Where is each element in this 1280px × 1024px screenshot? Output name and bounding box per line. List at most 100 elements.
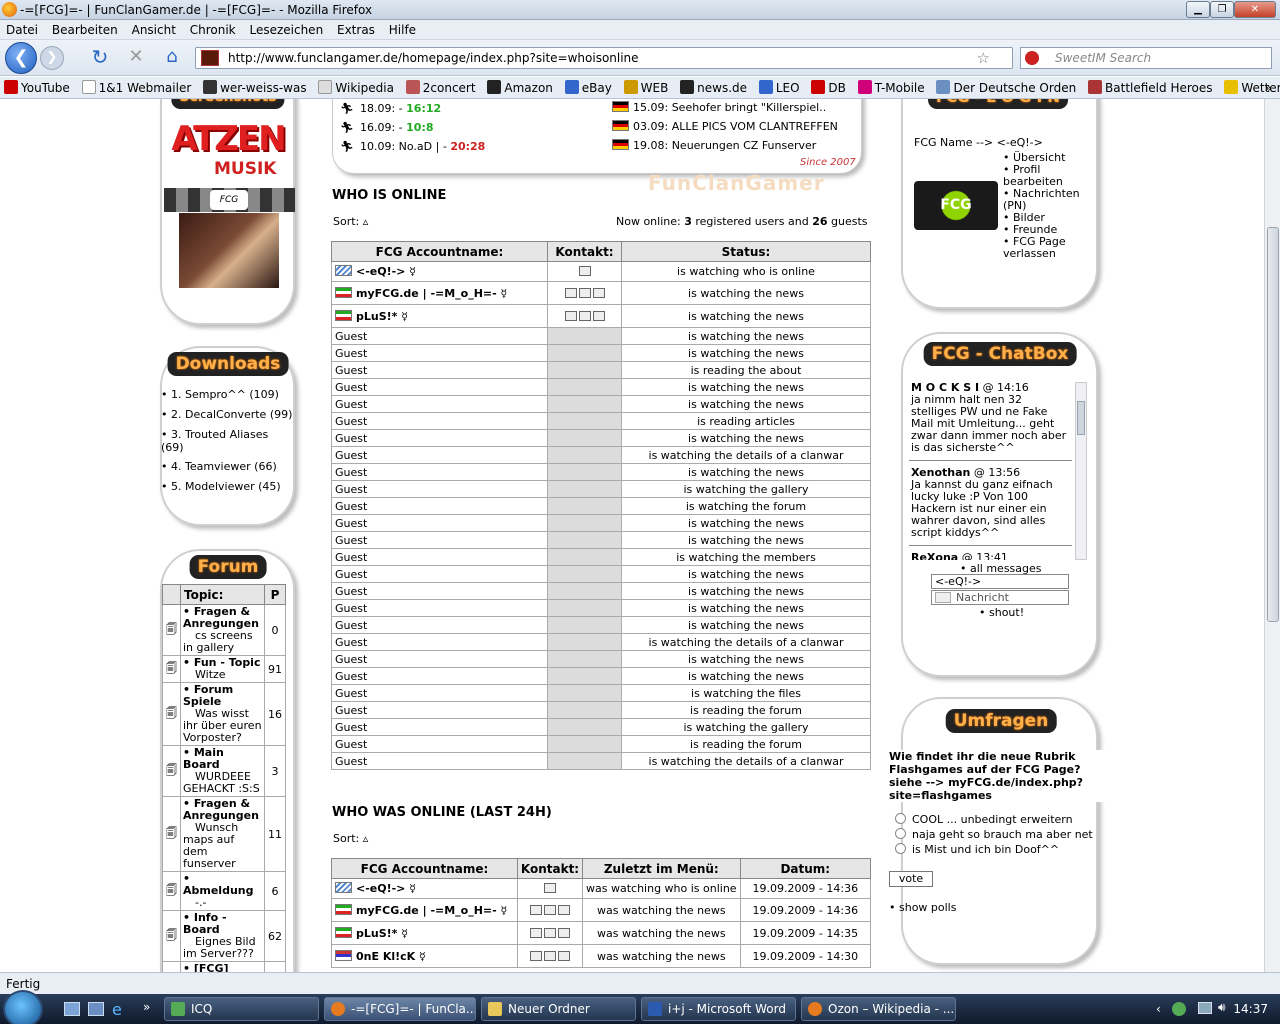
news-item[interactable]: 🏃︎ 18.09: - 16:12	[340, 102, 441, 115]
search-input[interactable]: SweetIM Search	[1020, 47, 1272, 69]
menu-lesezeichen[interactable]: Lesezeichen	[249, 23, 323, 37]
bookmark-item[interactable]: DB	[811, 77, 846, 98]
funclangamer-watermark: FunClanGamer	[648, 171, 825, 195]
bookmark-item[interactable]: eBay	[564, 77, 612, 98]
ie-icon[interactable]: e	[112, 1000, 122, 1019]
vote-button[interactable]: vote	[889, 871, 933, 887]
menu-chronik[interactable]: Chronik	[190, 23, 236, 37]
forum-row[interactable]: 🗐 • Abmeldung -.- 6	[162, 871, 286, 911]
maximize-button[interactable]: ❐	[1210, 1, 1234, 18]
fcg-avatar[interactable]: FCG	[914, 181, 998, 230]
news-headline[interactable]: 19.08: Neuerungen CZ Funserver	[612, 139, 816, 152]
quicklaunch-overflow-icon[interactable]: »	[143, 1000, 150, 1014]
online-summary: Now online: 3 registered users and 26 gu…	[616, 215, 868, 228]
sort-control[interactable]: Sort: ▵	[333, 215, 368, 228]
reload-icon[interactable]: ↻	[86, 44, 114, 72]
poll-option[interactable]: COOL ... unbedingt erweitern	[895, 813, 1073, 826]
bookmark-item[interactable]: T-Mobile	[857, 77, 925, 98]
email-icon	[530, 904, 542, 915]
bookmark-item[interactable]: YouTube	[4, 77, 70, 98]
taskbar-wikipedia[interactable]: Ozon – Wikipedia - ...	[801, 997, 956, 1021]
past-user-row[interactable]: pLuS!* ☿ was watching the news 19.09.2009 …	[331, 921, 872, 945]
switch-windows-icon[interactable]	[88, 1002, 104, 1016]
online-user-row[interactable]: myFCG.de | -=M_o_H=- ☿ is watching the ne…	[331, 281, 871, 305]
chat-name-input[interactable]: <-eQ!->	[931, 574, 1069, 589]
past-user-row[interactable]: 0nE Kl!cK ☿ was watching the news 19.09.20…	[331, 944, 872, 968]
bookmark-item[interactable]: LEO	[758, 77, 800, 98]
online-user-row[interactable]: <-eQ!-> ☿ is watching who is online	[331, 261, 871, 282]
past-user-row[interactable]: <-eQ!-> ☿ was watching who is online 19.09…	[331, 878, 872, 899]
bookmark-item[interactable]: Battlefield Heroes	[1088, 77, 1213, 98]
download-link[interactable]: • 3. Trouted Aliases (69)	[161, 428, 291, 454]
news-headline[interactable]: 03.09: ALLE PICS VOM CLANTREFFEN	[612, 120, 838, 133]
bookmark-item[interactable]: Wikipedia	[318, 77, 394, 98]
bookmark-item[interactable]: WEB	[623, 77, 668, 98]
bookmark-item[interactable]: Amazon	[487, 77, 553, 98]
forward-button[interactable]: ❯	[40, 46, 64, 70]
menu-ansicht[interactable]: Ansicht	[132, 23, 176, 37]
chat-scrollbar[interactable]	[1075, 382, 1087, 560]
download-link[interactable]: • 4. Teamviewer (66)	[161, 460, 277, 473]
login-link[interactable]: • Profil bearbeiten	[1003, 164, 1083, 188]
forum-row[interactable]: 🗐 • Main Board WURDEEE GEHACKT :S:S 3	[162, 745, 286, 797]
taskbar-word[interactable]: i+j - Microsoft Word	[641, 997, 796, 1021]
search-engine-icon[interactable]	[1025, 51, 1039, 65]
bookmark-item[interactable]: 1&1 Webmailer	[81, 77, 191, 98]
past-user-row[interactable]: myFCG.de | -=M_o_H=- ☿ was watching the n…	[331, 898, 872, 922]
url-bar[interactable]: http://www.funclangamer.de/homepage/inde…	[195, 47, 1013, 69]
news-headline[interactable]: 15.09: Seehofer bringt "Killerspiel..	[612, 101, 826, 114]
bookmark-star-icon[interactable]: ☆	[977, 48, 990, 68]
close-window-button[interactable]: ✕	[1234, 1, 1276, 18]
download-link[interactable]: • 1. Sempro^^ (109)	[161, 388, 279, 401]
page-scrollbar[interactable]	[1264, 99, 1280, 972]
show-polls-link[interactable]: • show polls	[889, 901, 956, 914]
bookmark-item[interactable]: wer-weiss-was	[203, 77, 307, 98]
news-item[interactable]: 🏃︎ 16.09: - 10:8	[340, 121, 434, 134]
taskbar-folder[interactable]: Neuer Ordner	[481, 997, 636, 1021]
poll-option[interactable]: is Mist und ich bin Doof^^	[895, 843, 1059, 856]
bookmark-item[interactable]: Der Deutsche Orden	[936, 77, 1076, 98]
chat-message-input[interactable]: Nachricht	[931, 590, 1069, 605]
show-desktop-icon[interactable]	[64, 1002, 80, 1016]
guest-status: is watching the news	[621, 327, 871, 345]
poll-option[interactable]: naja geht so brauch ma aber net	[895, 828, 1093, 841]
forum-row[interactable]: 🗐• [FCG] OverluckedBLACK, HURR, DATH5	[162, 961, 286, 972]
home-icon[interactable]: ⌂	[158, 44, 186, 72]
download-link[interactable]: • 2. DecalConverte (99)	[161, 408, 292, 421]
user-photo[interactable]	[179, 213, 279, 288]
forum-row[interactable]: 🗐 • Info - Board Eignes Bild im Server??? 6…	[162, 910, 286, 962]
forum-row[interactable]: 🗐 • Fun - Topic Witze 91	[162, 655, 286, 683]
scrollbar-thumb[interactable]	[1267, 227, 1279, 622]
volume-tray-icon[interactable]: 🔊︎	[1218, 1000, 1226, 1015]
start-button[interactable]	[3, 990, 43, 1024]
icq-tray-icon[interactable]	[1172, 1002, 1186, 1016]
online-user-row[interactable]: pLuS!* ☿ is watching the news	[331, 304, 871, 328]
taskbar-firefox[interactable]: -=[FCG]=- | FunCla...	[324, 997, 476, 1021]
login-link[interactable]: • FCG Page verlassen	[1003, 236, 1083, 260]
menu-datei[interactable]: Datei	[6, 23, 38, 37]
menu-bearbeiten[interactable]: Bearbeiten	[52, 23, 118, 37]
bookmark-item[interactable]: news.de	[680, 77, 747, 98]
forum-row[interactable]: 🗐 • Forum Spiele Was wisst ihr über euren …	[162, 682, 286, 746]
network-tray-icon[interactable]	[1198, 1002, 1212, 1014]
taskbar-icq[interactable]: ICQ	[164, 997, 319, 1021]
news-item[interactable]: 🏃︎ 10.09: No.aD | - 20:28	[340, 140, 485, 153]
tray-expand-icon[interactable]: ‹	[1156, 1002, 1161, 1016]
bookmark-item[interactable]: 2concert	[405, 77, 476, 98]
menu-hilfe[interactable]: Hilfe	[389, 23, 416, 37]
online-guest-row: Guest is reading the forum	[331, 735, 871, 753]
sort-control-24h[interactable]: Sort: ▵	[333, 832, 368, 845]
login-link[interactable]: • Nachrichten (PN)	[1003, 188, 1083, 212]
back-button[interactable]: ❮	[5, 42, 37, 74]
forum-row[interactable]: 🗐 • Fragen & Anregungen cs screens in gall…	[162, 604, 286, 656]
download-link[interactable]: • 5. Modelviewer (45)	[161, 480, 281, 493]
shout-button[interactable]: • shout!	[979, 606, 1024, 619]
bookmarks-overflow-icon[interactable]: »	[1265, 77, 1272, 98]
forum-row[interactable]: 🗐 • Fragen & Anregungen Wunsch maps auf de…	[162, 796, 286, 872]
menu-extras[interactable]: Extras	[337, 23, 375, 37]
forum-topic-icon: 🗐	[162, 655, 181, 683]
guest-name: Guest	[331, 633, 548, 651]
guest-name: Guest	[331, 667, 548, 685]
stop-icon[interactable]: ✕	[122, 44, 150, 72]
minimize-button[interactable]: ▁	[1186, 1, 1210, 18]
